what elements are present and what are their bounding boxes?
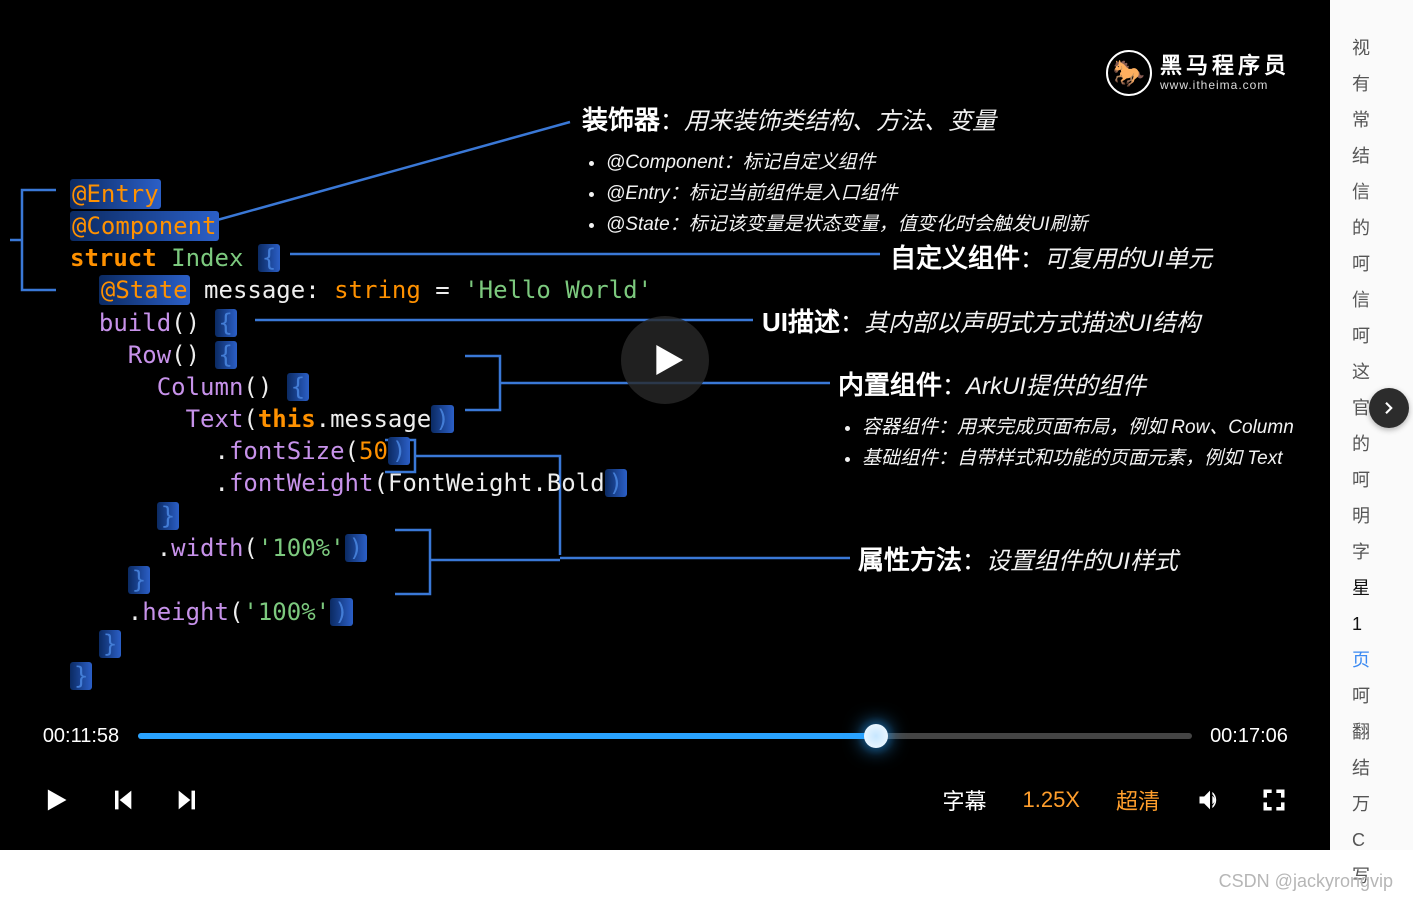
sidebar-char: 结 bbox=[1340, 750, 1403, 786]
sidebar-expand-button[interactable] bbox=[1369, 388, 1409, 428]
anno-decorator: 装饰器：用来装饰类结构、方法、变量 @Component：标记自定义组件 @En… bbox=[582, 100, 1088, 240]
progress-knob[interactable] bbox=[864, 724, 888, 748]
video-area[interactable]: 🐎 黑马程序员 www.itheima.com bbox=[0, 0, 1330, 720]
quality-button[interactable]: 超清 bbox=[1116, 784, 1160, 816]
volume-button[interactable] bbox=[1196, 786, 1224, 814]
watermark: CSDN @jackyrongvip bbox=[1219, 871, 1393, 892]
play-button-center[interactable] bbox=[621, 316, 709, 404]
sidebar-char: 的 bbox=[1340, 210, 1403, 246]
sidebar-char: 字 bbox=[1340, 534, 1403, 570]
sidebar-char: 翻 bbox=[1340, 714, 1403, 750]
anno-attr-method: 属性方法：设置组件的UI样式 bbox=[858, 540, 1178, 577]
progress-fill bbox=[138, 733, 876, 739]
sidebar-char: 信 bbox=[1340, 282, 1403, 318]
anno-custom-component: 自定义组件：可复用的UI单元 bbox=[890, 238, 1212, 275]
time-total: 00:17:06 bbox=[1210, 725, 1288, 748]
sidebar-char: 呵 bbox=[1340, 462, 1403, 498]
sidebar-char: 信 bbox=[1340, 174, 1403, 210]
sidebar-char: 视 bbox=[1340, 30, 1403, 66]
sidebar-char: 呵 bbox=[1340, 246, 1403, 282]
horse-icon: 🐎 bbox=[1106, 50, 1152, 96]
sidebar-char: 有 bbox=[1340, 66, 1403, 102]
logo-url: www.itheima.com bbox=[1160, 79, 1290, 92]
sidebar-fragment: 视有常结信的呵信呵这官的呵明字星1页呵翻结万C写 bbox=[1330, 0, 1413, 850]
sidebar-char: 万 bbox=[1340, 786, 1403, 822]
sidebar-char: 这 bbox=[1340, 354, 1403, 390]
anno-ui-desc: UI描述：其内部以声明式方式描述UI结构 bbox=[762, 302, 1200, 339]
time-current: 00:11:58 bbox=[42, 725, 120, 748]
play-button[interactable] bbox=[42, 786, 70, 814]
sidebar-char: 呵 bbox=[1340, 318, 1403, 354]
sidebar-char: 常 bbox=[1340, 102, 1403, 138]
code-block: @Entry @Component struct Index { @State … bbox=[70, 178, 652, 693]
sidebar-char: 明 bbox=[1340, 498, 1403, 534]
speed-button[interactable]: 1.25X bbox=[1022, 787, 1080, 813]
progress-bar[interactable] bbox=[138, 733, 1192, 739]
subtitle-button[interactable]: 字幕 bbox=[942, 784, 986, 816]
logo-title: 黑马程序员 bbox=[1160, 54, 1290, 78]
progress-row: 00:11:58 00:17:06 bbox=[42, 720, 1288, 752]
play-icon bbox=[648, 340, 688, 380]
brand-logo: 🐎 黑马程序员 www.itheima.com bbox=[1106, 50, 1290, 96]
sidebar-char: 的 bbox=[1340, 426, 1403, 462]
player-controls: 00:11:58 00:17:06 字幕 1.25X 超清 bbox=[0, 720, 1330, 850]
sidebar-char: 1 bbox=[1340, 606, 1403, 642]
chevron-right-icon bbox=[1380, 399, 1398, 417]
anno-builtin-component: 内置组件：ArkUI提供的组件 容器组件：用来完成页面布局，例如 Row、Col… bbox=[838, 365, 1294, 474]
prev-button[interactable] bbox=[108, 786, 136, 814]
next-button[interactable] bbox=[174, 786, 202, 814]
sidebar-char: 页 bbox=[1340, 642, 1403, 678]
sidebar-char: 呵 bbox=[1340, 678, 1403, 714]
sidebar-char: C bbox=[1340, 822, 1403, 858]
fullscreen-button[interactable] bbox=[1260, 786, 1288, 814]
sidebar-char: 结 bbox=[1340, 138, 1403, 174]
sidebar-char: 星 bbox=[1340, 570, 1403, 606]
video-player: 🐎 黑马程序员 www.itheima.com bbox=[0, 0, 1330, 850]
